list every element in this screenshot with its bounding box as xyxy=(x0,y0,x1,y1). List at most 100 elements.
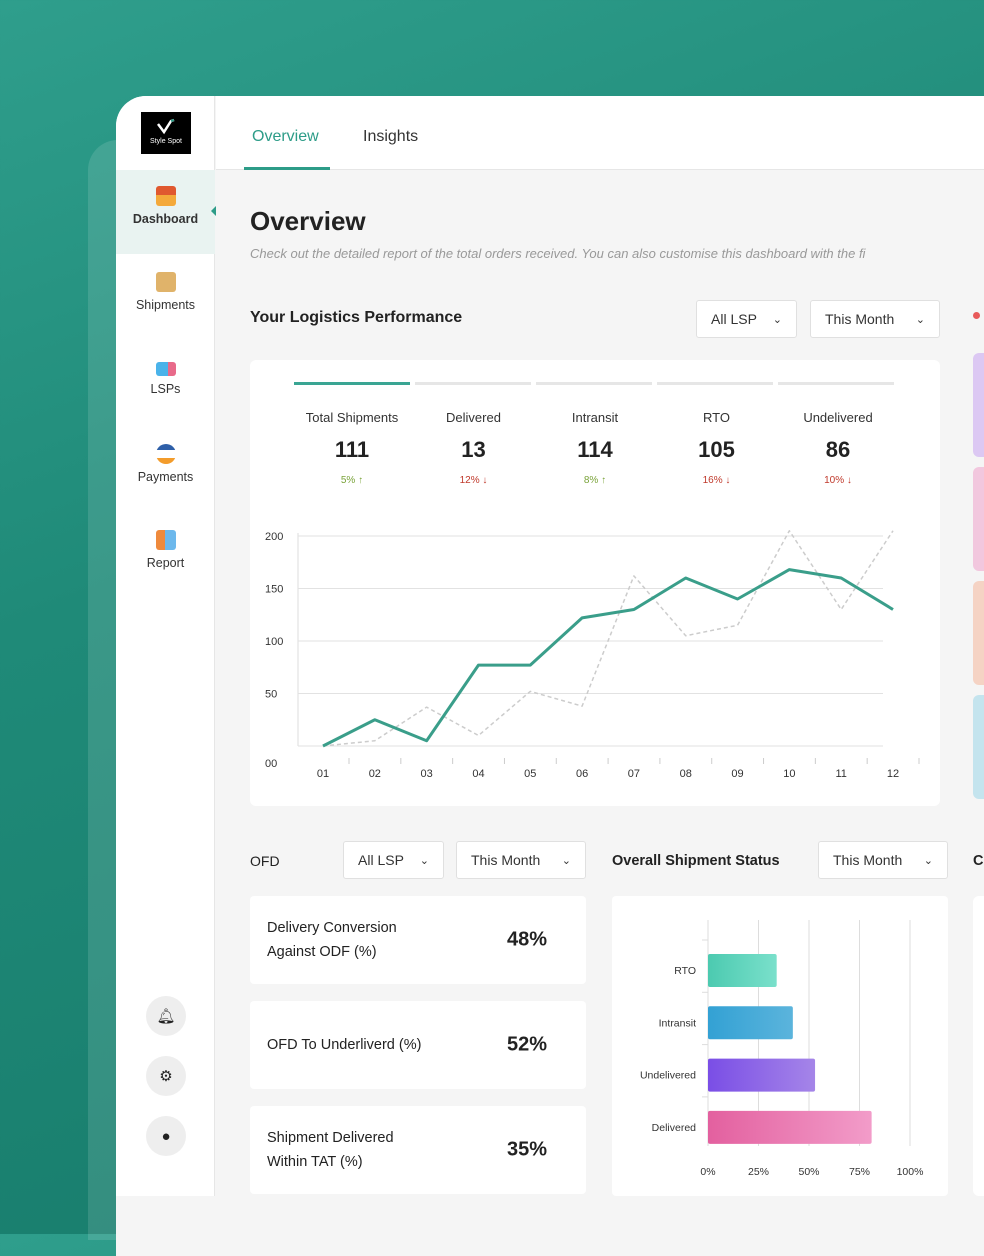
brand-logo[interactable]: Style Spot xyxy=(141,112,191,154)
swan-logo-icon xyxy=(156,118,176,136)
dropdown-value: All LSP xyxy=(358,852,404,868)
active-tab-indicator xyxy=(244,167,330,170)
ofd-card-label: OFD To Underliverd (%) xyxy=(267,1033,467,1057)
page-title: Overview xyxy=(250,206,366,237)
settings-button[interactable]: ⚙ xyxy=(146,1056,186,1096)
gear-icon: ⚙ xyxy=(159,1067,172,1085)
dropdown-value: This Month xyxy=(833,852,902,868)
y-tick-label: 100 xyxy=(265,636,283,648)
notifications-button[interactable]: 🔔︎ xyxy=(146,996,186,1036)
dropdown-value: This Month xyxy=(471,852,540,868)
x-tick-label: 50% xyxy=(798,1166,819,1178)
y-category-label: RTO xyxy=(674,965,696,977)
chevron-down-icon: ⌄ xyxy=(916,313,925,326)
y-tick-label: 00 xyxy=(265,758,277,770)
sidebar-item-dashboard[interactable]: Dashboard xyxy=(116,170,215,254)
truck-icon xyxy=(156,362,176,376)
dropdown-value: All LSP xyxy=(711,311,757,327)
y-tick-label: 200 xyxy=(265,531,283,543)
status-period-dropdown[interactable]: This Month ⌄ xyxy=(818,841,948,879)
logistics-card: Total Shipments1115% ↑Delivered1312% ↓In… xyxy=(250,360,940,806)
y-category-label: Delivered xyxy=(652,1122,697,1134)
x-tick-label: 10 xyxy=(783,768,795,780)
sidebar-item-label: Dashboard xyxy=(133,212,198,226)
chevron-down-icon: ⌄ xyxy=(773,313,782,326)
ofd-lsp-dropdown[interactable]: All LSP ⌄ xyxy=(343,841,444,879)
bar-chart: 0% 25% 50% 75% 100% RTO Intransit Undelivered De… xyxy=(612,896,948,1196)
x-tick-label: 01 xyxy=(317,768,329,780)
dropdown-value: This Month xyxy=(825,311,894,327)
status-title: Overall Shipment Status xyxy=(612,853,780,869)
brand-name: Style Spot xyxy=(150,138,182,145)
profile-button[interactable]: ● xyxy=(146,1116,186,1156)
sidebar-item-label: Payments xyxy=(138,470,194,484)
report-icon xyxy=(156,530,176,550)
ofd-card-value: 48% xyxy=(507,929,547,952)
chevron-down-icon: ⌄ xyxy=(420,854,429,867)
ofd-period-dropdown[interactable]: This Month ⌄ xyxy=(456,841,586,879)
y-category-label: Intransit xyxy=(659,1017,696,1029)
status-card: 0% 25% 50% 75% 100% RTO Intransit Undelivered De… xyxy=(612,896,948,1196)
sidebar-item-payments[interactable]: Payments xyxy=(116,428,215,512)
period-dropdown[interactable]: This Month ⌄ xyxy=(810,300,940,338)
ofd-card-label: Shipment Delivered Within TAT (%) xyxy=(267,1126,437,1174)
sidebar-item-label: Report xyxy=(147,556,185,570)
series-line-dashed xyxy=(323,531,893,746)
tab-insights[interactable]: Insights xyxy=(363,128,418,146)
ofd-card: OFD To Underliverd (%) 52% xyxy=(250,1001,586,1089)
chevron-down-icon: ⌄ xyxy=(924,854,933,867)
sidebar-item-label: Shipments xyxy=(136,298,195,312)
lsp-dropdown[interactable]: All LSP ⌄ xyxy=(696,300,797,338)
ofd-title: OFD xyxy=(250,853,280,869)
sidebar-item-shipments[interactable]: Shipments xyxy=(116,256,215,340)
sidebar-item-label: LSPs xyxy=(151,382,181,396)
status-dot xyxy=(973,312,980,319)
sidebar: Style Spot Dashboard Shipments LSPs Paym… xyxy=(116,96,215,1196)
cut-off-heading: C xyxy=(973,853,983,869)
summary-pill[interactable] xyxy=(973,467,984,571)
summary-pill[interactable] xyxy=(973,695,984,799)
bar-intransit xyxy=(708,1006,793,1039)
x-tick-label: 03 xyxy=(421,768,433,780)
user-icon: ● xyxy=(161,1128,170,1145)
top-tabs: Overview Insights xyxy=(216,96,984,170)
ofd-card-value: 52% xyxy=(507,1034,547,1057)
house-icon xyxy=(156,186,176,206)
x-tick-label: 11 xyxy=(835,768,846,780)
x-tick-label: 12 xyxy=(887,768,899,780)
y-category-label: Undelivered xyxy=(640,1070,696,1082)
x-tick-label: 07 xyxy=(628,768,640,780)
x-tick-label: 09 xyxy=(731,768,743,780)
bell-icon: 🔔︎ xyxy=(156,1007,175,1025)
page-subtitle: Check out the detailed report of the tot… xyxy=(250,246,865,261)
x-tick-label: 04 xyxy=(472,768,484,780)
y-tick-label: 150 xyxy=(265,584,283,596)
visa-card-icon xyxy=(156,444,176,464)
ofd-card: Shipment Delivered Within TAT (%) 35% xyxy=(250,1106,586,1194)
ofd-card-value: 35% xyxy=(507,1139,547,1162)
line-chart: 0050100150200010203040506070809101112 xyxy=(250,360,940,806)
chevron-down-icon: ⌄ xyxy=(562,854,571,867)
bar-delivered xyxy=(708,1111,872,1144)
bar-undelivered xyxy=(708,1059,815,1092)
package-icon xyxy=(156,272,176,292)
ofd-card-label: Delivery Conversion Against ODF (%) xyxy=(267,916,437,964)
ofd-card: Delivery Conversion Against ODF (%) 48% xyxy=(250,896,586,984)
x-tick-label: 05 xyxy=(524,768,536,780)
x-tick-label: 75% xyxy=(849,1166,870,1178)
sidebar-item-lsps[interactable]: LSPs xyxy=(116,342,215,426)
tab-overview[interactable]: Overview xyxy=(252,128,319,146)
x-tick-label: 08 xyxy=(680,768,692,780)
cut-off-card xyxy=(973,896,984,1196)
summary-pill[interactable] xyxy=(973,581,984,685)
bar-rto xyxy=(708,954,777,987)
x-tick-label: 25% xyxy=(748,1166,769,1178)
x-tick-label: 100% xyxy=(897,1166,924,1178)
x-tick-label: 0% xyxy=(700,1166,715,1178)
app-window: Style Spot Dashboard Shipments LSPs Paym… xyxy=(116,96,984,1256)
summary-pill[interactable] xyxy=(973,353,984,457)
sidebar-item-report[interactable]: Report xyxy=(116,514,215,598)
x-tick-label: 06 xyxy=(576,768,588,780)
logistics-title: Your Logistics Performance xyxy=(250,309,462,327)
y-tick-label: 50 xyxy=(265,689,277,701)
